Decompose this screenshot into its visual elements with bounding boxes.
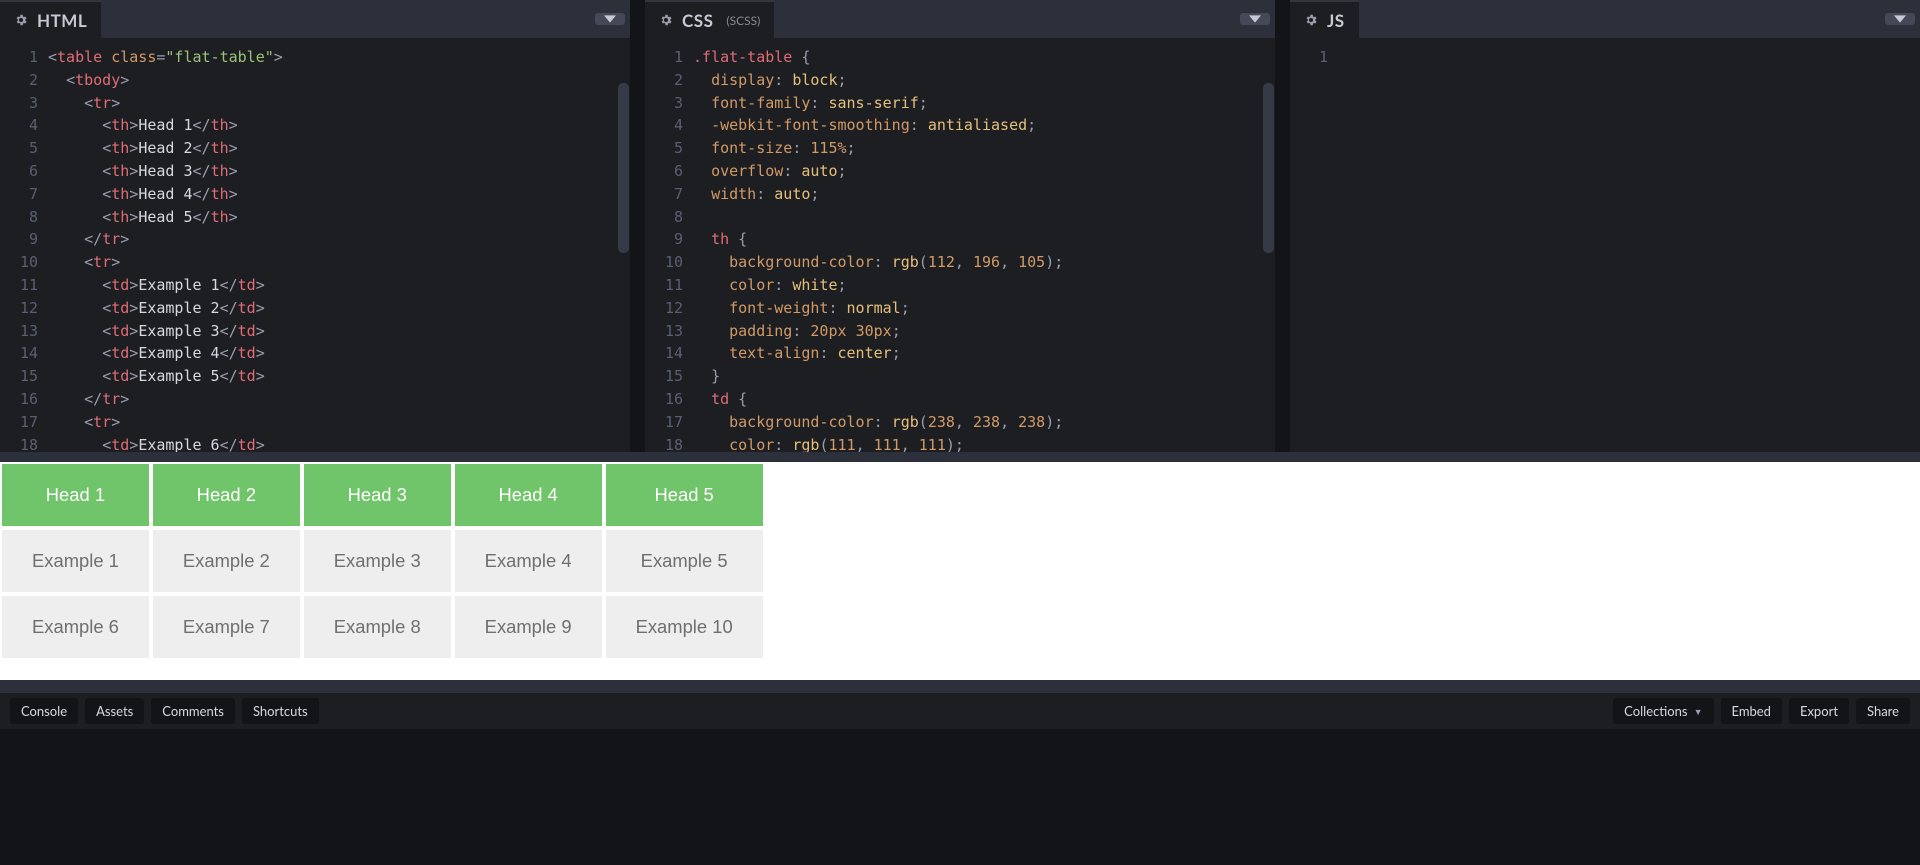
table-header: Head 1 xyxy=(2,464,151,526)
output-preview[interactable]: Head 1Head 2Head 3Head 4Head 5Example 1E… xyxy=(0,462,1920,680)
panel-tab-css[interactable]: CSS (SCSS) xyxy=(645,0,774,38)
panel-tab-js[interactable]: JS xyxy=(1290,0,1359,38)
code-editor-js[interactable]: 1 xyxy=(1290,38,1920,452)
scrollbar-thumb[interactable] xyxy=(618,83,629,253)
table-cell: Example 5 xyxy=(606,528,765,592)
table-cell: Example 8 xyxy=(304,594,453,658)
panel-css: CSS (SCSS) 1▼23456789▼10111213141516▼171… xyxy=(645,0,1275,452)
panel-header-html: HTML xyxy=(0,0,630,38)
comments-button[interactable]: Comments xyxy=(151,698,235,724)
table-cell: Example 9 xyxy=(455,594,604,658)
gear-icon[interactable] xyxy=(1304,13,1318,27)
export-button[interactable]: Export xyxy=(1789,698,1849,724)
embed-button[interactable]: Embed xyxy=(1721,698,1782,724)
panel-tab-html[interactable]: HTML xyxy=(0,0,101,38)
editor-row: HTML 1▼2▼3▼4▼5▼6▼7▼8▼910▼11▼12▼13▼14▼15▼… xyxy=(0,0,1920,452)
table-cell: Example 3 xyxy=(304,528,453,592)
panel-js: JS 1 xyxy=(1290,0,1920,452)
panel-dropdown-css[interactable] xyxy=(1240,13,1270,25)
panel-header-css: CSS (SCSS) xyxy=(645,0,1275,38)
console-button[interactable]: Console xyxy=(10,698,78,724)
collections-button[interactable]: Collections▼ xyxy=(1613,698,1713,724)
code-editor-css[interactable]: 1▼23456789▼10111213141516▼1718 .flat-tab… xyxy=(645,38,1275,452)
resize-handle[interactable] xyxy=(0,680,1920,693)
panel-title: JS xyxy=(1327,10,1345,31)
panel-dropdown-js[interactable] xyxy=(1885,13,1915,25)
table-cell: Example 10 xyxy=(606,594,765,658)
panel-header-js: JS xyxy=(1290,0,1920,38)
table-header: Head 4 xyxy=(455,464,604,526)
table-cell: Example 4 xyxy=(455,528,604,592)
shortcuts-button[interactable]: Shortcuts xyxy=(242,698,319,724)
table-cell: Example 2 xyxy=(153,528,302,592)
assets-button[interactable]: Assets xyxy=(85,698,144,724)
chevron-down-icon: ▼ xyxy=(1694,706,1703,717)
panel-html: HTML 1▼2▼3▼4▼5▼6▼7▼8▼910▼11▼12▼13▼14▼15▼… xyxy=(0,0,630,452)
table-cell: Example 1 xyxy=(2,528,151,592)
table-header: Head 3 xyxy=(304,464,453,526)
panel-dropdown-html[interactable] xyxy=(595,13,625,25)
table-cell: Example 6 xyxy=(2,594,151,658)
preview-table: Head 1Head 2Head 3Head 4Head 5Example 1E… xyxy=(0,462,1920,660)
code-editor-html[interactable]: 1▼2▼3▼4▼5▼6▼7▼8▼910▼11▼12▼13▼14▼15▼1617▼… xyxy=(0,38,630,452)
gear-icon[interactable] xyxy=(659,13,673,27)
gear-icon[interactable] xyxy=(14,13,28,27)
scrollbar-thumb[interactable] xyxy=(1263,83,1274,253)
share-button[interactable]: Share xyxy=(1856,698,1910,724)
table-cell: Example 7 xyxy=(153,594,302,658)
panel-title: CSS xyxy=(682,10,713,31)
resize-handle[interactable] xyxy=(0,452,1920,462)
table-header: Head 5 xyxy=(606,464,765,526)
panel-title: HTML xyxy=(37,10,87,31)
table-header: Head 2 xyxy=(153,464,302,526)
panel-subtitle: (SCSS) xyxy=(726,13,760,28)
footer-bar: Console Assets Comments Shortcuts Collec… xyxy=(0,693,1920,729)
